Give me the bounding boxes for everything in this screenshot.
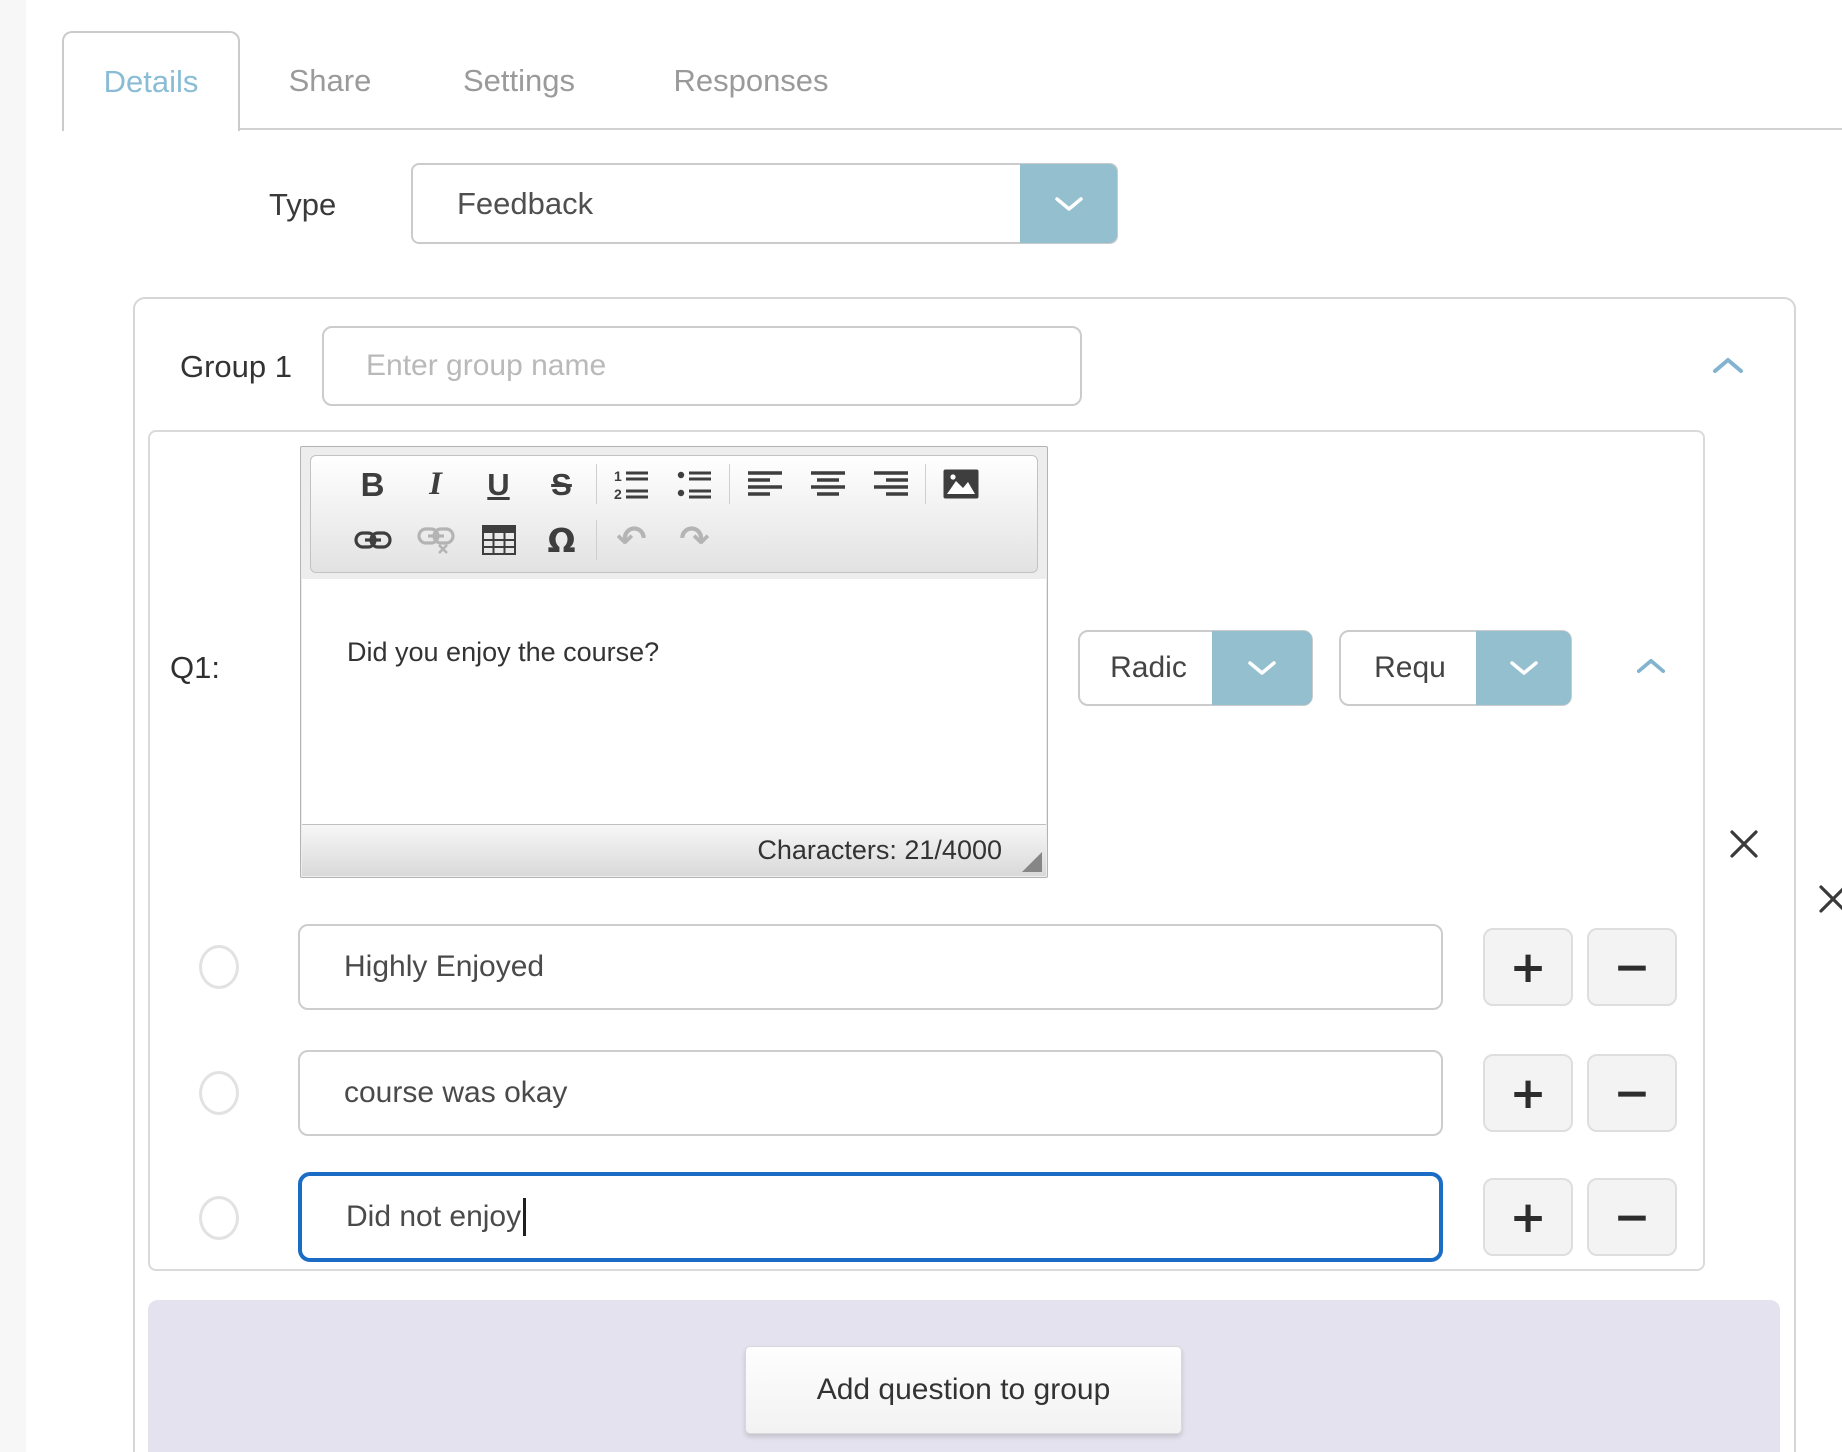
align-left-icon[interactable] — [733, 460, 796, 508]
unlink-icon[interactable] — [404, 516, 467, 564]
option-input[interactable] — [298, 1050, 1443, 1136]
add-option-button[interactable]: + — [1483, 1178, 1573, 1256]
tab-responses[interactable]: Responses — [673, 63, 828, 99]
group-label: Group 1 — [180, 349, 292, 385]
strikethrough-icon[interactable]: S — [530, 460, 593, 508]
add-question-button[interactable]: Add question to group — [745, 1346, 1182, 1434]
editor-status-bar: Characters: 21/4000 — [302, 824, 1046, 876]
tab-details[interactable]: Details — [62, 31, 240, 131]
option-radio[interactable] — [199, 945, 239, 989]
plus-icon: + — [1510, 1192, 1547, 1243]
tab-settings[interactable]: Settings — [463, 63, 575, 99]
option-input[interactable] — [298, 924, 1443, 1010]
close-icon — [1729, 829, 1759, 859]
toolbar-separator — [729, 464, 730, 504]
numbered-list-icon[interactable]: 12 — [600, 460, 663, 508]
add-option-button[interactable]: + — [1483, 928, 1573, 1006]
question-required-dropdown-button[interactable] — [1476, 631, 1571, 705]
type-label: Type — [269, 187, 336, 223]
remove-option-button[interactable]: − — [1587, 928, 1677, 1006]
close-icon — [1818, 884, 1842, 914]
question-required-select-value: Requ — [1341, 632, 1479, 704]
plus-icon: + — [1510, 1068, 1547, 1119]
question-required-select[interactable]: Requ — [1339, 630, 1572, 706]
question-type-select-value: Radic — [1080, 632, 1217, 704]
tab-share[interactable]: Share — [289, 63, 372, 99]
character-counter: Characters: 21/4000 — [757, 835, 1002, 866]
option-radio[interactable] — [199, 1071, 239, 1115]
option-input-text: Did not enjoy — [346, 1200, 521, 1234]
toolbar-separator — [596, 464, 597, 504]
toolbar-separator — [925, 464, 926, 504]
delete-group-button[interactable] — [1818, 884, 1842, 919]
question-type-dropdown-button[interactable] — [1212, 631, 1312, 705]
group-name-input[interactable] — [322, 326, 1082, 406]
link-icon[interactable] — [341, 516, 404, 564]
image-icon[interactable] — [929, 460, 992, 508]
chevron-down-icon — [1247, 660, 1277, 676]
tab-bar-underline — [62, 128, 1842, 130]
left-gutter — [0, 0, 26, 1452]
chevron-down-icon — [1054, 196, 1084, 212]
form-builder-page: Details Share Settings Responses Type Fe… — [0, 0, 1842, 1452]
question-collapse-button[interactable] — [1636, 657, 1666, 679]
toolbar-row2: Ω↶↷ — [311, 512, 1037, 568]
editor-resize-handle[interactable] — [1022, 852, 1042, 872]
group-collapse-button[interactable] — [1712, 356, 1744, 379]
add-question-button-label: Add question to group — [817, 1373, 1111, 1407]
bulleted-list-icon[interactable] — [663, 460, 726, 508]
plus-icon: + — [1510, 942, 1547, 993]
editor-content-area[interactable]: Did you enjoy the course? — [302, 579, 1046, 824]
minus-icon: − — [1614, 1192, 1651, 1243]
italic-icon[interactable]: I — [404, 460, 467, 508]
tab-details-label: Details — [104, 64, 199, 100]
svg-text:2: 2 — [614, 486, 622, 500]
bold-icon[interactable]: B — [341, 460, 404, 508]
minus-icon: − — [1614, 942, 1651, 993]
underline-icon[interactable]: U — [467, 460, 530, 508]
type-select[interactable]: Feedback — [411, 163, 1118, 244]
chevron-down-icon — [1509, 660, 1539, 676]
special-character-icon[interactable]: Ω — [530, 516, 593, 564]
undo-icon[interactable]: ↶ — [600, 516, 663, 564]
delete-question-button[interactable] — [1729, 829, 1759, 864]
chevron-up-icon — [1712, 356, 1744, 374]
chevron-up-icon — [1636, 657, 1666, 674]
type-select-value: Feedback — [457, 165, 593, 242]
redo-icon[interactable]: ↷ — [663, 516, 726, 564]
type-select-dropdown-button[interactable] — [1020, 164, 1117, 243]
question-number-label: Q1: — [170, 650, 220, 686]
text-cursor — [523, 1198, 526, 1236]
option-input[interactable]: Did not enjoy — [298, 1172, 1443, 1262]
rich-text-editor: BIUS12 Ω↶↷ Did you enjoy the course? Cha… — [300, 446, 1048, 878]
add-option-button[interactable]: + — [1483, 1054, 1573, 1132]
option-radio[interactable] — [199, 1196, 239, 1240]
question-type-select[interactable]: Radic — [1078, 630, 1313, 706]
editor-toolbar: BIUS12 Ω↶↷ — [310, 455, 1038, 573]
align-right-icon[interactable] — [859, 460, 922, 508]
remove-option-button[interactable]: − — [1587, 1178, 1677, 1256]
question-text: Did you enjoy the course? — [302, 579, 1046, 668]
svg-text:1: 1 — [614, 468, 622, 484]
minus-icon: − — [1614, 1068, 1651, 1119]
toolbar-row1: BIUS12 — [311, 456, 1037, 512]
toolbar-separator — [596, 520, 597, 560]
remove-option-button[interactable]: − — [1587, 1054, 1677, 1132]
table-icon[interactable] — [467, 516, 530, 564]
align-center-icon[interactable] — [796, 460, 859, 508]
